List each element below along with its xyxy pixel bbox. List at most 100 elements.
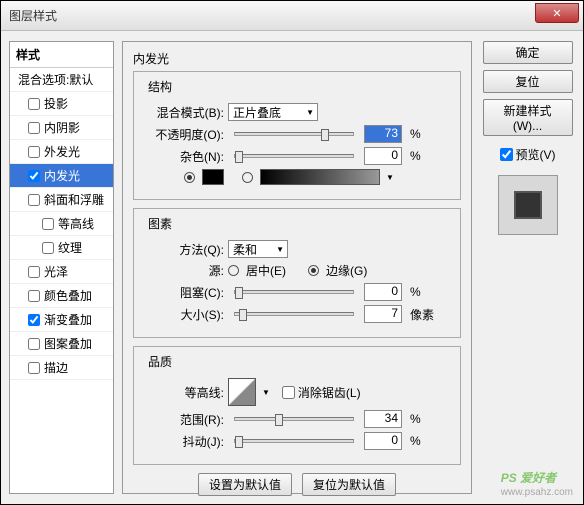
sidebar-item-gradient-overlay[interactable]: 渐变叠加 (10, 308, 113, 332)
sidebar-item-pattern-overlay[interactable]: 图案叠加 (10, 332, 113, 356)
check-contour[interactable] (42, 218, 54, 230)
quality-fieldset: 品质 等高线: ▼ 消除锯齿(L) 范围(R): 34 % 抖动(J) (133, 346, 461, 465)
check-color-overlay[interactable] (28, 290, 40, 302)
sidebar-item-outer-glow[interactable]: 外发光 (10, 140, 113, 164)
blend-mode-label: 混合模式(B): (144, 104, 224, 121)
choke-label: 阻塞(C): (144, 284, 224, 301)
technique-label: 方法(Q): (144, 241, 224, 258)
noise-input[interactable]: 0 (364, 147, 402, 165)
check-inner-shadow[interactable] (28, 122, 40, 134)
noise-label: 杂色(N): (144, 148, 224, 165)
choke-input[interactable]: 0 (364, 283, 402, 301)
preview-checkbox[interactable] (500, 148, 513, 161)
noise-slider[interactable] (234, 154, 354, 158)
check-pattern-overlay[interactable] (28, 338, 40, 350)
sidebar-item-contour[interactable]: 等高线 (10, 212, 113, 236)
check-drop-shadow[interactable] (28, 98, 40, 110)
dropdown-arrow-icon[interactable]: ▼ (262, 388, 270, 397)
sidebar-item-texture[interactable]: 纹理 (10, 236, 113, 260)
choke-unit: % (410, 285, 421, 299)
noise-unit: % (410, 149, 421, 163)
dropdown-arrow-icon[interactable]: ▼ (386, 173, 394, 182)
range-unit: % (410, 412, 421, 426)
gradient-radio[interactable] (242, 172, 253, 183)
choke-slider[interactable] (234, 290, 354, 294)
check-inner-glow[interactable] (28, 170, 40, 182)
gradient-picker[interactable] (260, 169, 380, 185)
blend-mode-dropdown[interactable]: 正片叠底 (228, 103, 318, 121)
check-texture[interactable] (42, 242, 54, 254)
panel-title: 内发光 (133, 50, 461, 67)
source-edge-label: 边缘(G) (326, 262, 367, 279)
slider-thumb[interactable] (321, 129, 329, 141)
layer-style-dialog: 图层样式 ✕ 样式 混合选项:默认 投影 内阴影 外发光 内发光 斜面和浮雕 等… (0, 0, 584, 505)
size-label: 大小(S): (144, 306, 224, 323)
jitter-slider[interactable] (234, 439, 354, 443)
sidebar-blend-options[interactable]: 混合选项:默认 (10, 68, 113, 92)
ok-button[interactable]: 确定 (483, 41, 573, 64)
preview-swatch (514, 191, 542, 219)
check-satin[interactable] (28, 266, 40, 278)
slider-thumb[interactable] (235, 151, 243, 163)
sidebar-item-color-overlay[interactable]: 颜色叠加 (10, 284, 113, 308)
sidebar-item-bevel[interactable]: 斜面和浮雕 (10, 188, 113, 212)
structure-legend: 结构 (144, 78, 176, 95)
source-center-label: 居中(E) (246, 262, 286, 279)
technique-dropdown[interactable]: 柔和 (228, 240, 288, 258)
titlebar[interactable]: 图层样式 ✕ (1, 1, 583, 31)
cancel-button[interactable]: 复位 (483, 70, 573, 93)
structure-fieldset: 结构 混合模式(B): 正片叠底 不透明度(O): 73 % 杂色(N): (133, 71, 461, 200)
opacity-unit: % (410, 127, 421, 141)
sidebar-header: 样式 (10, 42, 113, 68)
antialias-label: 消除锯齿(L) (298, 384, 361, 401)
set-default-button[interactable]: 设置为默认值 (198, 473, 292, 496)
sidebar-item-drop-shadow[interactable]: 投影 (10, 92, 113, 116)
preview-label: 预览(V) (516, 146, 556, 163)
color-swatch[interactable] (202, 169, 224, 185)
check-gradient-overlay[interactable] (28, 314, 40, 326)
sidebar-item-satin[interactable]: 光泽 (10, 260, 113, 284)
opacity-label: 不透明度(O): (144, 126, 224, 143)
sidebar-item-inner-glow[interactable]: 内发光 (10, 164, 113, 188)
size-slider[interactable] (234, 312, 354, 316)
slider-thumb[interactable] (239, 309, 247, 321)
quality-legend: 品质 (144, 353, 176, 370)
preview-box (498, 175, 558, 235)
color-radio[interactable] (184, 172, 195, 183)
check-stroke[interactable] (28, 362, 40, 374)
contour-picker[interactable] (228, 378, 256, 406)
slider-thumb[interactable] (235, 287, 243, 299)
elements-legend: 图素 (144, 215, 176, 232)
slider-thumb[interactable] (275, 414, 283, 426)
styles-sidebar: 样式 混合选项:默认 投影 内阴影 外发光 内发光 斜面和浮雕 等高线 纹理 光… (9, 41, 114, 494)
window-title: 图层样式 (9, 7, 57, 24)
size-input[interactable]: 7 (364, 305, 402, 323)
jitter-input[interactable]: 0 (364, 432, 402, 450)
antialias-checkbox[interactable] (282, 386, 295, 399)
range-input[interactable]: 34 (364, 410, 402, 428)
settings-panel: 内发光 结构 混合模式(B): 正片叠底 不透明度(O): 73 % 杂色(N) (122, 41, 472, 494)
right-panel: 确定 复位 新建样式(W)... 预览(V) (480, 41, 575, 494)
main-area: 内发光 结构 混合模式(B): 正片叠底 不透明度(O): 73 % 杂色(N) (122, 41, 575, 494)
elements-fieldset: 图素 方法(Q): 柔和 源: 居中(E) 边缘(G) 阻塞(C): (133, 208, 461, 338)
jitter-label: 抖动(J): (144, 433, 224, 450)
check-outer-glow[interactable] (28, 146, 40, 158)
sidebar-item-inner-shadow[interactable]: 内阴影 (10, 116, 113, 140)
size-unit: 像素 (410, 306, 434, 323)
source-center-radio[interactable] (228, 265, 239, 276)
new-style-button[interactable]: 新建样式(W)... (483, 99, 573, 136)
opacity-slider[interactable] (234, 132, 354, 136)
content: 样式 混合选项:默认 投影 内阴影 外发光 内发光 斜面和浮雕 等高线 纹理 光… (1, 31, 583, 504)
source-edge-radio[interactable] (308, 265, 319, 276)
check-bevel[interactable] (28, 194, 40, 206)
range-label: 范围(R): (144, 411, 224, 428)
range-slider[interactable] (234, 417, 354, 421)
watermark: PS 爱好者 www.psahz.com (501, 466, 573, 498)
sidebar-item-stroke[interactable]: 描边 (10, 356, 113, 380)
reset-default-button[interactable]: 复位为默认值 (302, 473, 396, 496)
close-button[interactable]: ✕ (535, 3, 579, 23)
slider-thumb[interactable] (235, 436, 243, 448)
source-label: 源: (144, 262, 224, 279)
opacity-input[interactable]: 73 (364, 125, 402, 143)
contour-label: 等高线: (144, 384, 224, 401)
